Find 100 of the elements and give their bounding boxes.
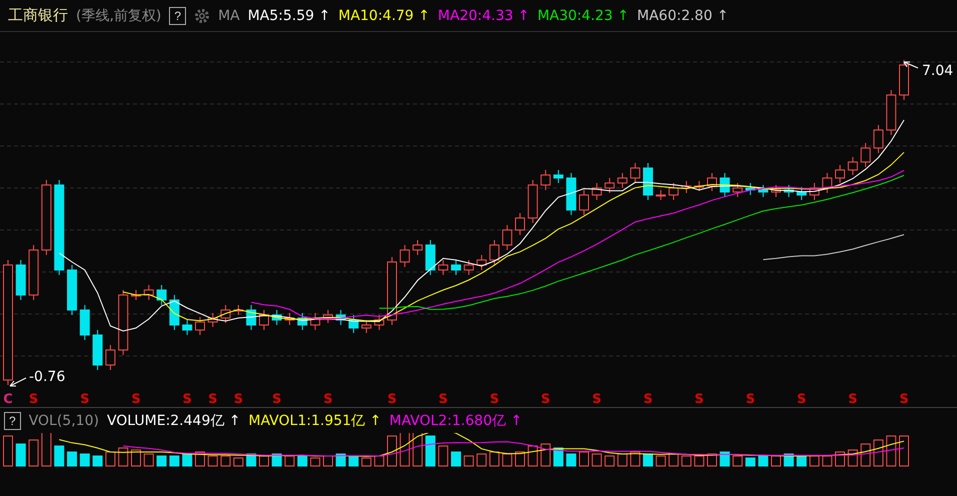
event-marker[interactable]: S	[694, 392, 704, 407]
candle	[630, 162, 640, 184]
volume-bar	[886, 436, 896, 466]
volume-bar	[720, 452, 730, 466]
volume-bar	[604, 456, 615, 466]
event-marker[interactable]: S	[438, 392, 448, 407]
event-marker[interactable]: S	[848, 392, 858, 407]
candle	[720, 172, 730, 198]
candle	[489, 240, 500, 266]
volume-bar	[80, 454, 90, 466]
candle	[579, 190, 589, 216]
candle	[694, 180, 704, 192]
volume-bar	[694, 456, 704, 466]
candle	[387, 256, 397, 326]
event-marker[interactable]: S	[643, 392, 653, 407]
candle	[732, 182, 743, 198]
volume-legend: VOLUME:2.449亿 ↑	[106, 412, 241, 430]
event-marker[interactable]: S	[592, 392, 602, 407]
volume-bar	[284, 456, 295, 466]
volume-bar	[118, 448, 128, 466]
candle	[182, 320, 192, 336]
volume-bar	[899, 436, 909, 466]
candle	[617, 172, 628, 188]
candle	[67, 264, 77, 316]
min-price-label: -0.76	[29, 369, 66, 385]
candle	[796, 186, 807, 200]
candle	[502, 224, 512, 250]
candle	[259, 310, 269, 330]
candle	[643, 162, 653, 200]
ma-legend: MA30:4.23 ↑	[537, 8, 629, 24]
volume-bar	[796, 456, 807, 466]
candle	[336, 310, 346, 326]
volume-bar	[681, 456, 692, 466]
event-marker[interactable]: S	[208, 392, 218, 407]
ma-legend: MA10:4.79 ↑	[338, 8, 430, 24]
candle	[208, 312, 218, 328]
event-marker[interactable]: C	[3, 392, 13, 407]
candle	[528, 180, 538, 224]
volume-bar	[489, 452, 500, 466]
volume-bar	[323, 456, 333, 466]
volume-bar	[771, 456, 781, 466]
event-marker[interactable]: S	[899, 392, 909, 407]
indicator-name: MA	[218, 8, 240, 24]
event-marker[interactable]: S	[28, 392, 38, 407]
help-button[interactable]: ?	[169, 6, 186, 24]
volume-bar	[272, 454, 282, 466]
leader-line	[904, 62, 918, 68]
volume-bar	[835, 452, 845, 466]
candle	[297, 312, 308, 330]
volume-bar	[425, 436, 436, 466]
candle	[425, 240, 436, 276]
volume-bar	[553, 448, 564, 466]
volume-bar	[220, 456, 231, 466]
candle	[80, 304, 90, 340]
candle	[835, 164, 845, 184]
candle	[246, 304, 256, 330]
candle	[233, 304, 244, 316]
event-marker[interactable]: S	[182, 392, 192, 407]
candle	[451, 260, 461, 276]
event-marker[interactable]: S	[234, 392, 244, 407]
event-marker[interactable]: S	[323, 392, 333, 407]
event-marker[interactable]: S	[540, 392, 550, 407]
event-marker[interactable]: S	[131, 392, 141, 407]
volume-bar	[16, 444, 26, 466]
volume-bar	[400, 433, 410, 466]
volume-bar	[630, 452, 640, 466]
candle	[822, 172, 832, 194]
candle	[707, 172, 717, 192]
candle	[272, 310, 282, 326]
volume-bar	[374, 456, 384, 466]
volume-bar	[3, 436, 13, 466]
volume-bar	[643, 454, 653, 466]
volume-bar	[758, 456, 768, 466]
volume-bar	[54, 446, 64, 466]
volume-bar	[528, 446, 538, 466]
candle	[540, 170, 551, 190]
ma-legend: MA5:5.59 ↑	[248, 8, 330, 24]
event-marker[interactable]: S	[387, 392, 397, 407]
event-marker[interactable]: S	[272, 392, 282, 407]
candle	[681, 180, 692, 194]
event-marker[interactable]: S	[490, 392, 500, 407]
candle	[92, 330, 103, 370]
help-button[interactable]: ?	[4, 412, 21, 430]
volume-bar	[387, 436, 397, 466]
event-marker[interactable]: S	[796, 392, 806, 407]
volume-bar	[67, 452, 77, 466]
event-marker[interactable]: S	[80, 392, 90, 407]
candle	[848, 156, 858, 176]
candle	[118, 290, 128, 356]
volume-bar	[92, 456, 103, 466]
event-marker[interactable]: S	[746, 392, 756, 407]
candle	[156, 284, 167, 306]
volume-bar	[476, 454, 487, 466]
settings-icon[interactable]	[194, 8, 210, 24]
volume-legend: MAVOL2:1.680亿 ↑	[389, 412, 522, 430]
volume-bar	[566, 454, 576, 466]
volume-bar	[668, 454, 679, 466]
volume-bar	[361, 458, 372, 466]
volume-bar	[579, 452, 589, 466]
ma-legend: MA20:4.33 ↑	[438, 8, 530, 24]
